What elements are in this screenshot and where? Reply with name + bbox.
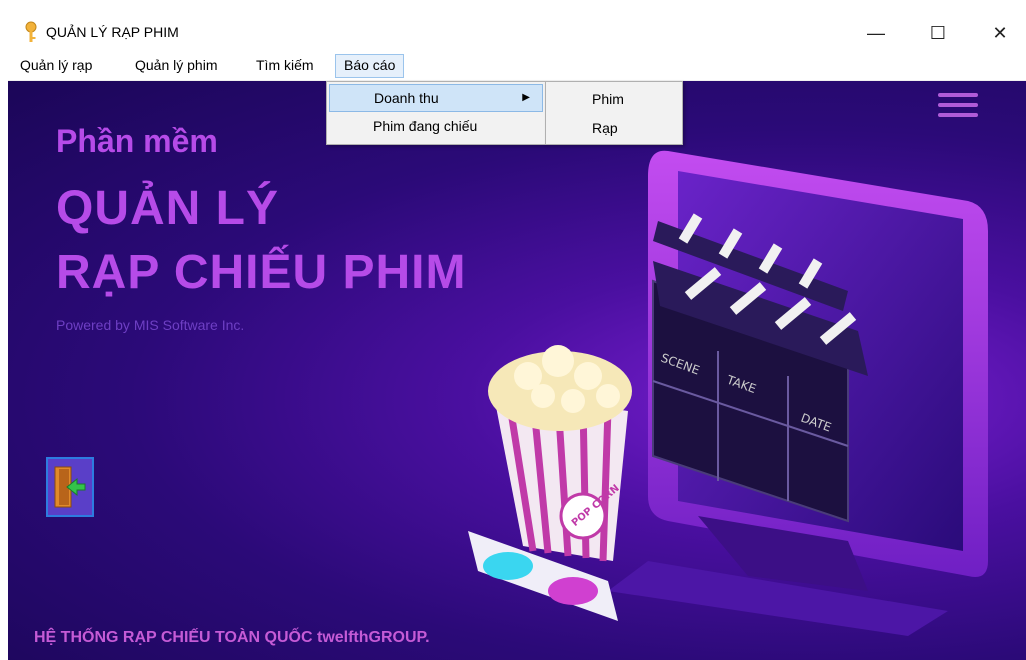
window-title: QUẢN LÝ RẠP PHIM	[46, 24, 179, 40]
dropdown-item-label: Doanh thu	[374, 90, 439, 106]
cinema-illustration: SCENE TAKE DATE POP CORN	[468, 150, 988, 636]
maximize-button[interactable]: ☐	[915, 16, 961, 50]
menu-bar: Quản lý rạp Quản lý phim Tìm kiếm Báo cá…	[8, 50, 1026, 81]
dropdown-item-label: Phim đang chiếu	[373, 118, 478, 134]
exit-button[interactable]	[46, 457, 94, 517]
main-banner: Phần mềm QUẢN LÝ RẠP CHIẾU PHIM Powered …	[8, 81, 1026, 660]
hero-title-line2: RẠP CHIẾU PHIM	[56, 246, 467, 299]
bao-cao-dropdown: Doanh thu ▶ Phim đang chiếu	[326, 81, 546, 145]
submenu-item-rap[interactable]: Rạp	[592, 115, 618, 141]
doanh-thu-submenu: Phim Rạp	[545, 81, 683, 145]
footer-text: HỆ THỐNG RẠP CHIẾU TOÀN QUỐC twelfthGROU…	[34, 629, 430, 646]
key-icon	[25, 21, 37, 42]
exit-door-icon	[54, 466, 86, 508]
menu-quan-ly-phim[interactable]: Quản lý phim	[127, 54, 225, 76]
menu-tim-kiem[interactable]: Tìm kiếm	[248, 54, 322, 76]
title-bar[interactable]: QUẢN LÝ RẠP PHIM — ☐ ✕	[8, 16, 1026, 50]
dropdown-item-doanh-thu[interactable]: Doanh thu ▶	[329, 84, 543, 112]
submenu-arrow-icon: ▶	[522, 92, 530, 103]
powered-by-text: Powered by MIS Software Inc.	[56, 317, 245, 333]
popcorn-box-shape: POP CORN	[488, 345, 632, 562]
submenu-item-phim[interactable]: Phim	[592, 86, 624, 112]
hero-title-line1: QUẢN LÝ	[56, 182, 279, 235]
menu-bao-cao[interactable]: Báo cáo	[335, 54, 405, 78]
hero-subtitle: Phần mềm	[56, 123, 218, 159]
hamburger-menu-icon	[938, 93, 978, 121]
close-button[interactable]: ✕	[977, 16, 1023, 50]
dropdown-item-phim-dang-chieu[interactable]: Phim đang chiếu	[329, 113, 541, 139]
menu-quan-ly-rap[interactable]: Quản lý rạp	[12, 54, 100, 76]
minimize-button[interactable]: —	[853, 16, 899, 50]
